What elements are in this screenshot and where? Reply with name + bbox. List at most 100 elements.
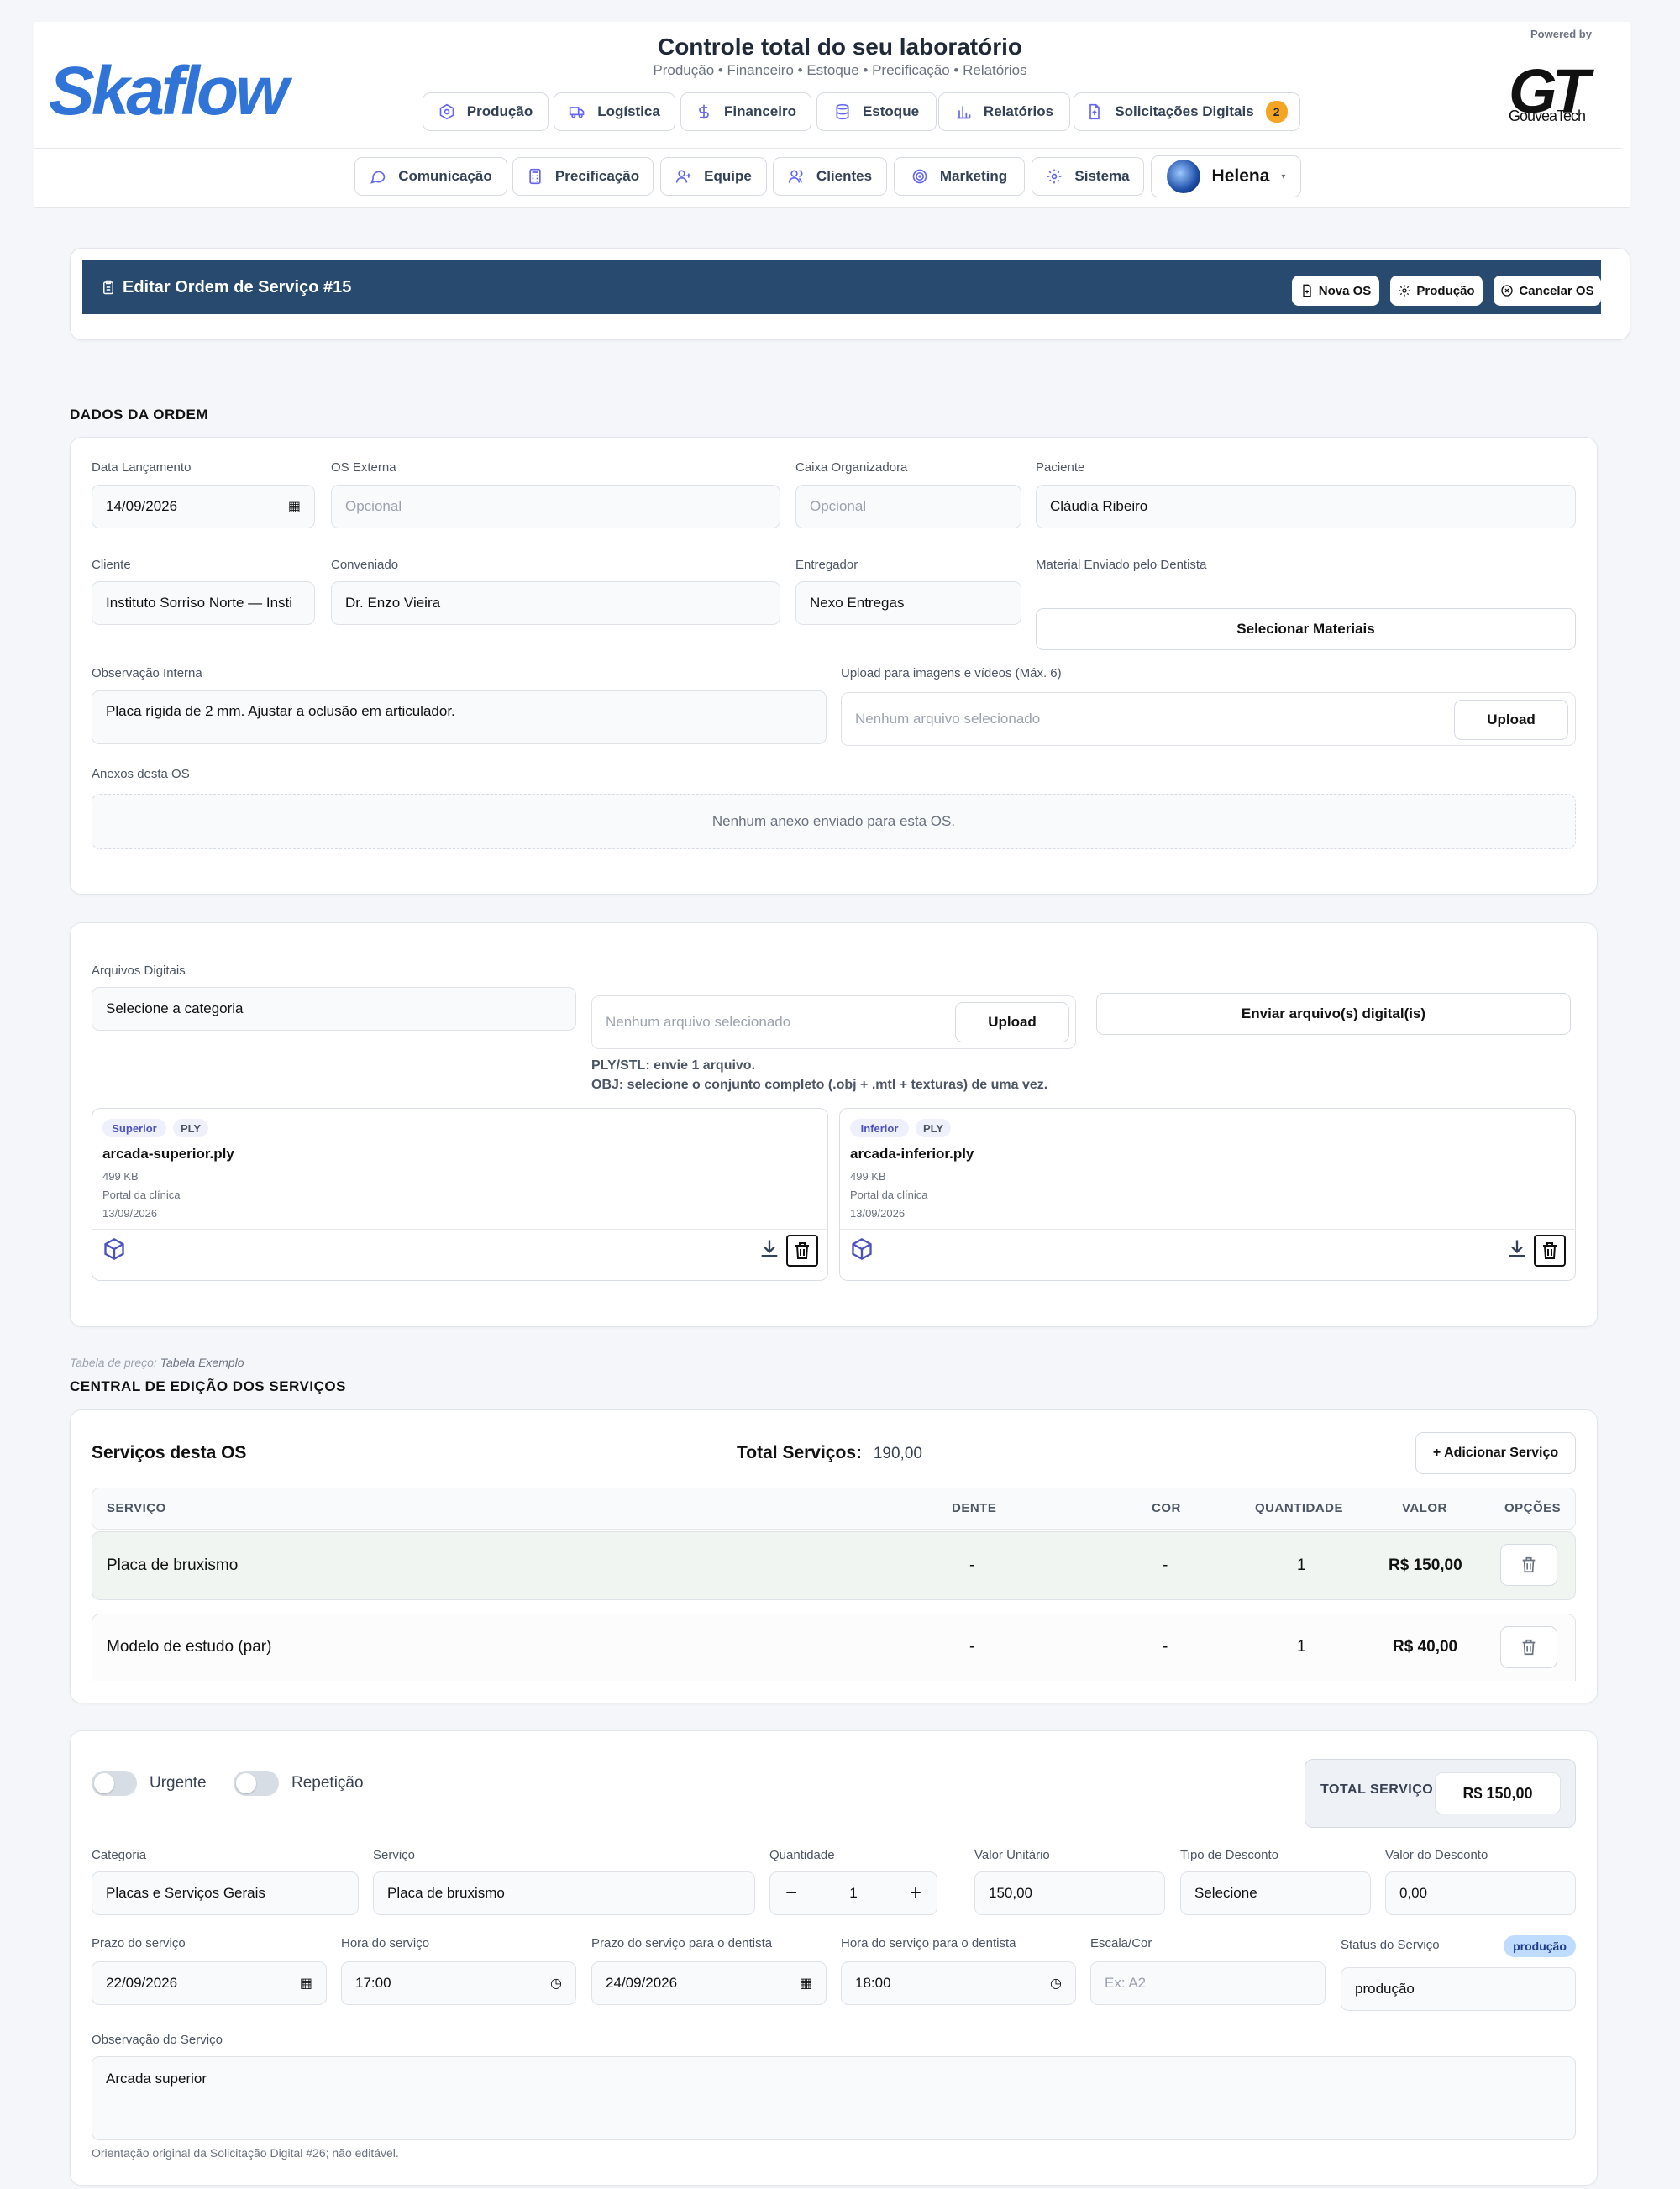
nav-marketing[interactable]: Marketing bbox=[894, 157, 1025, 196]
nav-logistica[interactable]: Logística bbox=[554, 92, 675, 131]
column-header: VALOR bbox=[1402, 1501, 1447, 1515]
target-icon bbox=[912, 169, 927, 184]
add-service-button[interactable]: + Adicionar Serviço bbox=[1415, 1432, 1576, 1474]
nav-producao[interactable]: Produção bbox=[423, 92, 549, 131]
cube-3d-icon[interactable] bbox=[850, 1237, 874, 1261]
quantity-stepper[interactable]: − 1 + bbox=[769, 1871, 937, 1915]
media-upload-button[interactable]: Upload bbox=[1454, 700, 1568, 740]
production-button[interactable]: Produção bbox=[1390, 276, 1483, 306]
nav-label: Relatórios bbox=[983, 103, 1054, 119]
gear-icon bbox=[1047, 169, 1062, 184]
launch-date-input[interactable]: 14/09/2026 ▦ bbox=[92, 485, 315, 528]
delete-file-button[interactable] bbox=[786, 1235, 818, 1267]
field-label: Observação do Serviço bbox=[92, 2033, 223, 2047]
delete-file-button[interactable] bbox=[1534, 1235, 1566, 1267]
field-label: OS Externa bbox=[331, 460, 396, 475]
service-note-textarea[interactable]: Arcada superior bbox=[92, 2056, 1576, 2140]
shade-input[interactable]: Ex: A2 bbox=[1090, 1961, 1326, 2005]
nav-solicitacoes-digitais[interactable]: Solicitações Digitais 2 bbox=[1074, 92, 1300, 131]
file-type-tag: PLY bbox=[173, 1119, 208, 1137]
field-label: Prazo do serviço para o dentista bbox=[591, 1936, 773, 1950]
chart-icon bbox=[957, 106, 971, 119]
tooth-value: - bbox=[969, 1638, 975, 1656]
user-name: Helena bbox=[1211, 166, 1270, 186]
field-label: Valor Unitário bbox=[974, 1848, 1050, 1862]
deadline-time-input[interactable]: 17:00 ◷ bbox=[341, 1961, 576, 2005]
service-total-label: TOTAL SERVIÇO bbox=[1320, 1782, 1434, 1797]
new-os-button[interactable]: Nova OS bbox=[1292, 276, 1379, 306]
deadline-date-input[interactable]: 22/09/2026 ▦ bbox=[92, 1961, 327, 2005]
field-label: Arquivos Digitais bbox=[92, 963, 186, 978]
service-select[interactable]: Placa de bruxismo bbox=[373, 1871, 755, 1915]
download-icon[interactable] bbox=[1505, 1237, 1529, 1261]
nav-comunicacao[interactable]: Comunicação bbox=[354, 157, 507, 196]
external-os-input[interactable]: Opcional bbox=[331, 485, 780, 528]
file-source: Portal da clínica bbox=[102, 1189, 181, 1201]
partner-select[interactable]: Dr. Enzo Vieira bbox=[331, 581, 780, 625]
input-value: 24/09/2026 bbox=[606, 1975, 678, 1991]
courier-select[interactable]: Nexo Entregas bbox=[795, 581, 1021, 625]
nav-precificacao[interactable]: Precificação bbox=[512, 157, 654, 196]
input-value: 18:00 bbox=[855, 1975, 891, 1991]
button-label: Produção bbox=[1416, 283, 1475, 298]
nav-clientes[interactable]: Clientes bbox=[773, 157, 887, 196]
services-total: Total Serviços: 190,00 bbox=[737, 1443, 922, 1463]
table-row[interactable] bbox=[92, 1531, 1576, 1600]
discount-value-input[interactable]: 0,00 bbox=[1385, 1871, 1576, 1915]
client-select[interactable]: Instituto Sorriso Norte — Insti bbox=[92, 581, 315, 625]
minus-icon[interactable]: − bbox=[785, 1882, 797, 1905]
service-status-select[interactable]: produção bbox=[1341, 1967, 1576, 2011]
tooth-value: - bbox=[969, 1556, 975, 1574]
nav-relatorios[interactable]: Relatórios bbox=[938, 92, 1070, 131]
category-select[interactable]: Placas e Serviços Gerais bbox=[92, 1871, 359, 1915]
header-title: Controle total do seu laboratório bbox=[657, 34, 1022, 60]
cube-3d-icon[interactable] bbox=[102, 1237, 126, 1261]
field-label: Observação Interna bbox=[92, 666, 202, 680]
delete-service-button[interactable] bbox=[1500, 1626, 1557, 1668]
user-menu[interactable]: Helena ▾ bbox=[1151, 155, 1301, 197]
calculator-icon bbox=[529, 168, 541, 185]
organizer-box-input[interactable]: Opcional bbox=[795, 485, 1021, 528]
nav-sistema[interactable]: Sistema bbox=[1032, 157, 1144, 196]
nav-financeiro[interactable]: Financeiro bbox=[680, 92, 811, 131]
service-name: Placa de bruxismo bbox=[107, 1556, 239, 1574]
file-icon bbox=[1089, 103, 1100, 120]
nav-estoque[interactable]: Estoque bbox=[816, 92, 937, 131]
plus-icon[interactable]: + bbox=[910, 1882, 921, 1905]
delete-service-button[interactable] bbox=[1500, 1544, 1557, 1586]
avatar bbox=[1166, 160, 1200, 193]
color-value: - bbox=[1163, 1638, 1168, 1656]
price-table-note: Tabela de preço: Tabela Exemplo bbox=[70, 1356, 244, 1369]
cancel-os-button[interactable]: Cancelar OS bbox=[1494, 276, 1601, 306]
repeat-toggle[interactable] bbox=[234, 1771, 279, 1796]
brand-logo[interactable]: Skaflow bbox=[49, 52, 289, 131]
field-label: Hora do serviço bbox=[341, 1936, 430, 1950]
input-value: 14/09/2026 bbox=[106, 498, 178, 514]
partner-name: GouveaTech bbox=[1509, 108, 1586, 124]
unit-price-input[interactable]: 150,00 bbox=[974, 1871, 1165, 1915]
column-header: DENTE bbox=[952, 1501, 997, 1515]
patient-input[interactable]: Cláudia Ribeiro bbox=[1036, 485, 1576, 528]
field-label: Cliente bbox=[92, 558, 131, 572]
discount-type-select[interactable]: Selecione bbox=[1180, 1871, 1371, 1915]
download-icon[interactable] bbox=[758, 1237, 781, 1261]
field-label: Conveniado bbox=[331, 558, 399, 572]
quantity-value: 1 bbox=[1297, 1638, 1306, 1656]
dollar-icon bbox=[699, 104, 709, 119]
select-materials-button[interactable]: Selecionar Materiais bbox=[1036, 608, 1576, 650]
field-label: Data Lançamento bbox=[92, 460, 192, 475]
digital-upload-button[interactable]: Upload bbox=[955, 1002, 1069, 1042]
nav-label: Marketing bbox=[939, 168, 1008, 184]
send-digital-files-button[interactable]: Enviar arquivo(s) digital(is) bbox=[1096, 993, 1571, 1035]
gear-icon bbox=[1399, 285, 1411, 297]
digital-file-card bbox=[839, 1108, 1576, 1281]
internal-note-textarea[interactable]: Placa rígida de 2 mm. Ajustar a oclusão … bbox=[92, 690, 827, 744]
field-label: Categoria bbox=[92, 1848, 147, 1862]
urgent-toggle[interactable] bbox=[92, 1771, 137, 1796]
table-row[interactable] bbox=[92, 1614, 1576, 1681]
digital-category-select[interactable]: Selecione a categoria bbox=[92, 987, 576, 1031]
dentist-deadline-time-input[interactable]: 18:00 ◷ bbox=[841, 1961, 1076, 2005]
arch-tag: Superior bbox=[102, 1119, 166, 1137]
nav-equipe[interactable]: Equipe bbox=[660, 157, 767, 196]
dentist-deadline-date-input[interactable]: 24/09/2026 ▦ bbox=[591, 1961, 827, 2005]
